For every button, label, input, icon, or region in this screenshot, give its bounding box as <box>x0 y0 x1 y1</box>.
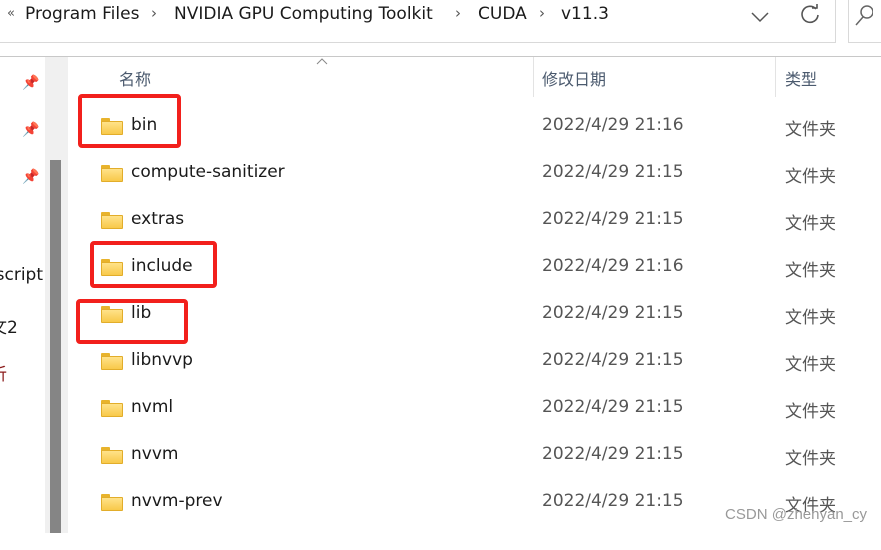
watermark: CSDN @zhenyan_cy <box>725 506 867 523</box>
breadcrumb-v113[interactable]: v11.3 <box>561 4 609 24</box>
highlight-box-include <box>90 241 217 288</box>
highlight-box-bin <box>78 94 181 148</box>
file-date: 2022/4/29 21:15 <box>542 491 684 511</box>
file-name: nvvm-prev <box>131 491 223 511</box>
file-type: 文件夹 <box>785 120 836 140</box>
pin-icon[interactable]: 📌 <box>22 75 39 91</box>
file-name: nvml <box>131 397 174 417</box>
refresh-icon[interactable] <box>799 4 821 26</box>
sort-up-icon <box>316 58 328 65</box>
column-header-date[interactable]: 修改日期 <box>542 66 606 90</box>
scrollbar-thumb[interactable] <box>50 160 61 533</box>
sidebar-item[interactable]: script <box>0 265 43 285</box>
navigation-pane: 📌 📌 📌 script 文2 析 <box>0 57 45 533</box>
column-header-name[interactable]: 名称 <box>119 66 151 90</box>
column-divider[interactable] <box>533 57 534 97</box>
folder-icon <box>101 494 123 511</box>
file-name: extras <box>131 209 185 229</box>
column-header-type[interactable]: 类型 <box>785 66 817 90</box>
breadcrumb-separator[interactable]: › <box>151 4 157 22</box>
address-bar[interactable]: « Program Files › NVIDIA GPU Computing T… <box>0 0 836 43</box>
search-box[interactable] <box>848 0 881 43</box>
file-name: compute-sanitizer <box>131 162 285 182</box>
folder-icon <box>101 447 123 464</box>
folder-icon <box>101 165 123 182</box>
divider <box>0 56 881 57</box>
file-date: 2022/4/29 21:16 <box>542 115 684 135</box>
pin-icon[interactable]: 📌 <box>22 169 39 185</box>
column-divider[interactable] <box>775 57 776 97</box>
file-type: 文件夹 <box>785 355 836 375</box>
file-type: 文件夹 <box>785 449 836 469</box>
file-type: 文件夹 <box>785 214 836 234</box>
file-date: 2022/4/29 21:15 <box>542 444 684 464</box>
breadcrumb-separator[interactable]: › <box>455 4 461 22</box>
file-row[interactable]: libnvvp 2022/4/29 21:15 文件夹 <box>70 350 881 409</box>
file-date: 2022/4/29 21:15 <box>542 303 684 323</box>
file-name: libnvvp <box>131 350 193 370</box>
highlight-box-lib <box>76 299 188 344</box>
breadcrumb-separator[interactable]: › <box>539 4 545 22</box>
file-date: 2022/4/29 21:15 <box>542 397 684 417</box>
file-type: 文件夹 <box>785 167 836 187</box>
file-date: 2022/4/29 21:15 <box>542 162 684 182</box>
file-date: 2022/4/29 21:16 <box>542 256 684 276</box>
overflow-chevron[interactable]: « <box>7 6 15 21</box>
pin-icon[interactable]: 📌 <box>22 122 39 138</box>
file-name: nvvm <box>131 444 179 464</box>
file-date: 2022/4/29 21:15 <box>542 209 684 229</box>
file-type: 文件夹 <box>785 308 836 328</box>
breadcrumb-cuda[interactable]: CUDA <box>478 4 527 24</box>
file-type: 文件夹 <box>785 402 836 422</box>
sidebar-item[interactable]: 析 <box>0 360 7 385</box>
file-row[interactable]: nvml 2022/4/29 21:15 文件夹 <box>70 397 881 456</box>
folder-icon <box>101 400 123 417</box>
file-row[interactable]: compute-sanitizer 2022/4/29 21:15 文件夹 <box>70 162 881 221</box>
sidebar-item[interactable]: 文2 <box>0 313 18 338</box>
breadcrumb-nvidia[interactable]: NVIDIA GPU Computing Toolkit <box>174 4 433 24</box>
search-icon[interactable] <box>853 4 873 28</box>
file-type: 文件夹 <box>785 261 836 281</box>
chevron-down-icon[interactable] <box>751 11 769 23</box>
file-date: 2022/4/29 21:15 <box>542 350 684 370</box>
folder-icon <box>101 212 123 229</box>
folder-icon <box>101 353 123 370</box>
breadcrumb-program-files[interactable]: Program Files <box>25 4 139 24</box>
